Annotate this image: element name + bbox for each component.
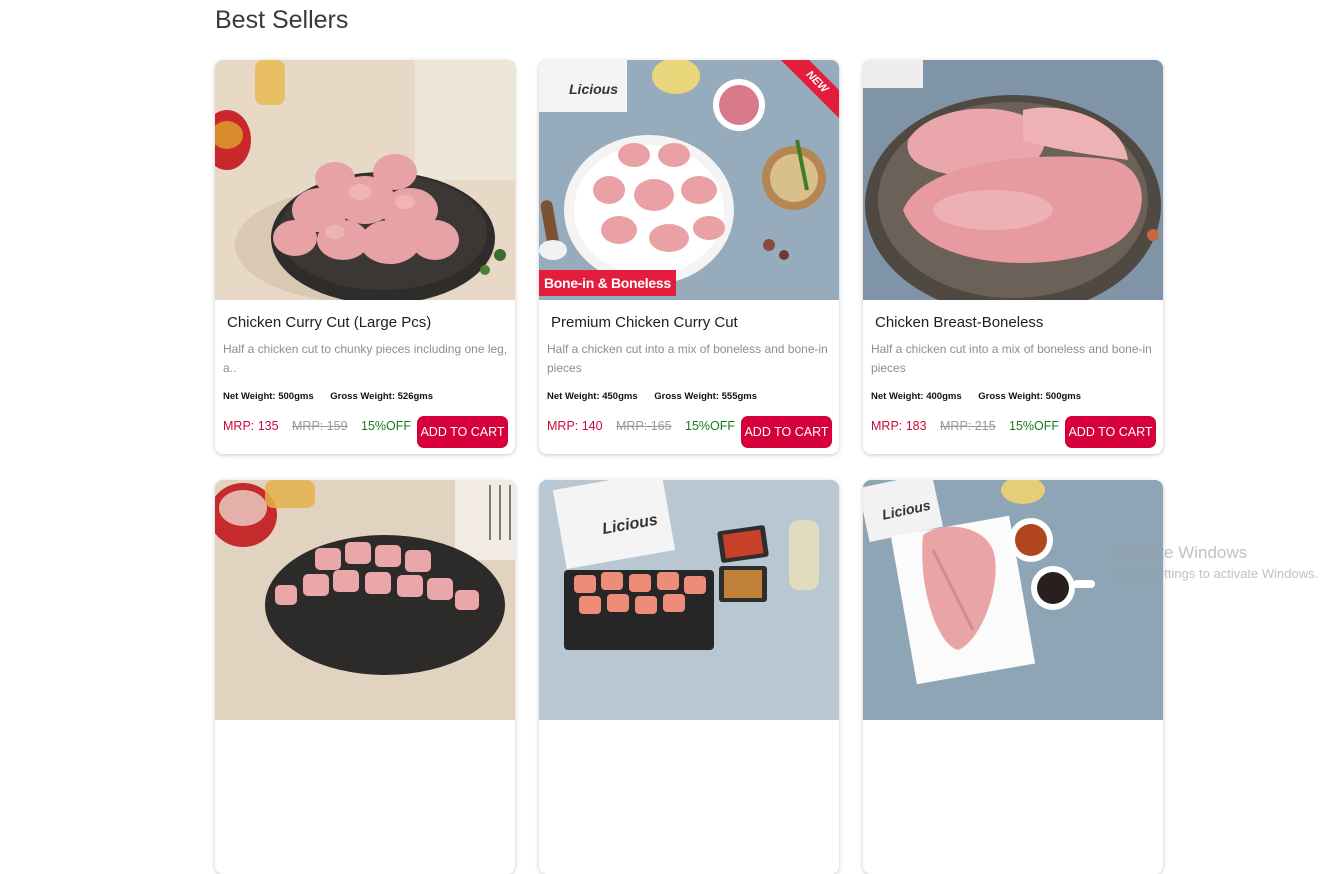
product-image[interactable]: [215, 60, 515, 300]
product-card[interactable]: Chicken Breast-Boneless Half a chicken c…: [863, 60, 1163, 454]
price: MRP: 135: [223, 419, 279, 433]
discount-label: 15%OFF: [685, 419, 736, 433]
product-weights: Net Weight: 500gms Gross Weight: 526gms: [223, 391, 447, 402]
add-to-cart-button[interactable]: ADD TO CART: [417, 416, 508, 448]
product-image[interactable]: Licious NEW Bone-in & Boneless: [539, 60, 839, 300]
product-card[interactable]: Chicken Curry Cut (Large Pcs) Half a chi…: [215, 60, 515, 454]
watermark-title: Activate Windows: [1113, 543, 1248, 562]
bone-in-boneless-tag: Bone-in & Boneless: [539, 270, 676, 296]
product-image[interactable]: Licious: [863, 480, 1163, 720]
add-to-cart-button[interactable]: ADD TO CART: [741, 416, 832, 448]
product-name[interactable]: Premium Chicken Curry Cut: [551, 314, 738, 331]
discount-label: 15%OFF: [361, 419, 412, 433]
product-description: Half a chicken cut into a mix of boneles…: [871, 342, 1152, 375]
original-mrp: MRP: 159: [292, 419, 348, 433]
product-card[interactable]: Licious: [863, 480, 1163, 874]
product-name[interactable]: Chicken Breast-Boneless: [875, 314, 1043, 331]
product-image[interactable]: Licious: [539, 480, 839, 720]
original-mrp: MRP: 215: [940, 419, 996, 433]
windows-activation-watermark: Activate Windows Go to Settings to activ…: [1113, 543, 1318, 581]
section-title: Best Sellers: [215, 6, 349, 34]
price: MRP: 183: [871, 419, 927, 433]
gross-weight: Gross Weight: 500gms: [978, 391, 1082, 402]
product-weights: Net Weight: 400gms Gross Weight: 500gms: [871, 391, 1095, 402]
product-card[interactable]: Licious: [539, 480, 839, 874]
product-weights: Net Weight: 450gms Gross Weight: 555gms: [547, 391, 771, 402]
product-name[interactable]: Chicken Curry Cut (Large Pcs): [227, 314, 431, 331]
product-image[interactable]: [215, 480, 515, 720]
svg-text:Licious: Licious: [569, 81, 618, 97]
net-weight: Net Weight: 400gms: [871, 391, 962, 402]
original-mrp: MRP: 165: [616, 419, 672, 433]
net-weight: Net Weight: 500gms: [223, 391, 314, 402]
discount-label: 15%OFF: [1009, 419, 1060, 433]
add-to-cart-button[interactable]: ADD TO CART: [1065, 416, 1156, 448]
watermark-subtitle: Go to Settings to activate Windows.: [1113, 566, 1319, 581]
product-image[interactable]: [863, 60, 1163, 300]
gross-weight: Gross Weight: 555gms: [654, 391, 758, 402]
product-description: Half a chicken cut into a mix of boneles…: [547, 342, 828, 375]
price: MRP: 140: [547, 419, 603, 433]
product-card[interactable]: [215, 480, 515, 874]
product-card[interactable]: Licious NEW Bone-in & Boneless Premium C…: [539, 60, 839, 454]
gross-weight: Gross Weight: 526gms: [330, 391, 434, 402]
net-weight: Net Weight: 450gms: [547, 391, 638, 402]
product-description: Half a chicken cut to chunky pieces incl…: [223, 342, 508, 375]
